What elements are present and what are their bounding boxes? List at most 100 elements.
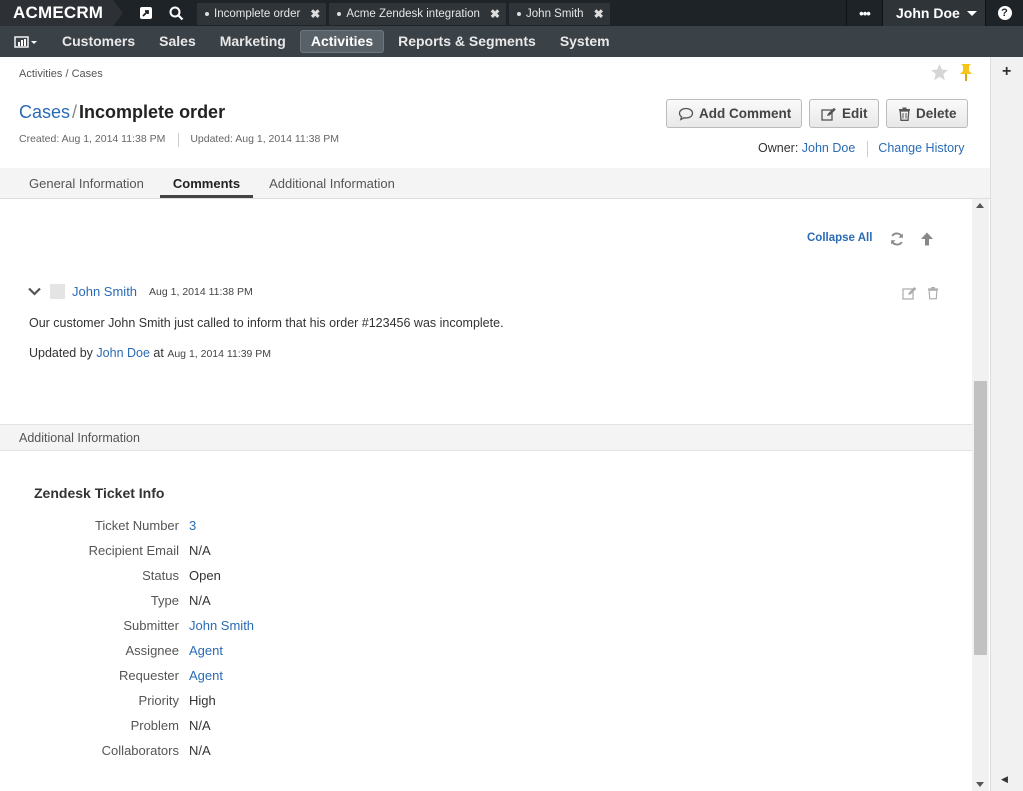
field-label: Type bbox=[150, 593, 179, 608]
section-header-additional-information: Additional Information bbox=[0, 424, 972, 451]
field-label: Assignee bbox=[125, 643, 179, 658]
field-value: N/A bbox=[189, 543, 211, 558]
zendesk-ticket-info-title: Zendesk Ticket Info bbox=[34, 485, 165, 501]
user-name: John Doe bbox=[896, 5, 960, 21]
updated-prefix: Updated by bbox=[29, 346, 93, 360]
field-label: Recipient Email bbox=[88, 543, 179, 558]
submitter-link[interactable]: John Smith bbox=[189, 618, 254, 633]
comment-author-link[interactable]: John Smith bbox=[72, 284, 137, 299]
avatar bbox=[50, 284, 65, 299]
field-requester: Requester Agent bbox=[0, 668, 500, 688]
comment-date: Aug 1, 2014 11:38 PM bbox=[149, 285, 253, 298]
ticket-number-link[interactable]: 3 bbox=[189, 518, 196, 533]
field-label: Priority bbox=[138, 693, 179, 708]
help-button[interactable]: ? bbox=[985, 0, 1023, 26]
field-value: N/A bbox=[189, 718, 211, 733]
field-assignee: Assignee Agent bbox=[0, 643, 500, 663]
shortcuts-icon[interactable] bbox=[131, 0, 161, 26]
field-label: Submitter bbox=[123, 618, 179, 633]
requester-link[interactable]: Agent bbox=[189, 668, 223, 683]
collapse-all-link[interactable]: Collapse All bbox=[807, 232, 872, 244]
add-comment-button[interactable]: Add Comment bbox=[666, 99, 803, 128]
assignee-link[interactable]: Agent bbox=[189, 643, 223, 658]
scroll-thumb[interactable] bbox=[974, 381, 987, 655]
field-label: Status bbox=[142, 568, 179, 583]
bullet-icon bbox=[205, 12, 209, 16]
page-title: Cases / Incomplete order bbox=[19, 102, 225, 123]
delete-button[interactable]: Delete bbox=[886, 99, 968, 128]
comment-icon bbox=[678, 107, 694, 121]
nav-reports-segments[interactable]: Reports & Segments bbox=[388, 30, 546, 53]
field-submitter: Submitter John Smith bbox=[0, 618, 500, 638]
record-tabs: General Information Comments Additional … bbox=[0, 168, 990, 199]
tab-comments[interactable]: Comments bbox=[159, 168, 254, 198]
dashboard-menu-button[interactable] bbox=[0, 26, 52, 57]
nav-system[interactable]: System bbox=[550, 30, 620, 53]
edit-button[interactable]: Edit bbox=[809, 99, 879, 128]
updated-at-word: at bbox=[153, 346, 164, 360]
field-label: Problem bbox=[130, 718, 179, 733]
field-ticket-number: Ticket Number 3 bbox=[0, 518, 500, 538]
close-icon[interactable]: ✖ bbox=[594, 7, 604, 21]
collapse-icon[interactable]: ◀ bbox=[1001, 774, 1008, 785]
help-icon: ? bbox=[997, 6, 1012, 20]
updated-date: Updated: Aug 1, 2014 11:38 PM bbox=[190, 133, 339, 145]
change-history-link[interactable]: Change History bbox=[878, 141, 964, 157]
top-bar: ACMECRM Incomplete order ✖ Acme Zendesk … bbox=[0, 0, 1023, 26]
record-meta: Created: Aug 1, 2014 11:38 PM Updated: A… bbox=[19, 133, 339, 147]
field-label: Ticket Number bbox=[94, 518, 179, 533]
brand-logo[interactable]: ACMECRM bbox=[0, 0, 123, 26]
tab-additional-information[interactable]: Additional Information bbox=[256, 168, 408, 198]
nav-customers[interactable]: Customers bbox=[52, 30, 145, 53]
nav-sales[interactable]: Sales bbox=[149, 30, 206, 53]
field-recipient-email: Recipient Email N/A bbox=[0, 543, 500, 563]
owner-link[interactable]: John Doe bbox=[802, 141, 856, 157]
edit-comment-icon[interactable] bbox=[902, 286, 917, 305]
field-value: N/A bbox=[189, 743, 211, 758]
recent-tab-label: Incomplete order bbox=[214, 8, 301, 20]
field-type: Type N/A bbox=[0, 593, 500, 613]
comment-header: John Smith Aug 1, 2014 11:38 PM bbox=[28, 284, 253, 299]
breadcrumb: Activities / Cases bbox=[19, 68, 103, 80]
trash-icon bbox=[899, 107, 910, 121]
title-parent-link[interactable]: Cases bbox=[19, 102, 70, 122]
record-name: Incomplete order bbox=[79, 102, 226, 122]
field-label: Requester bbox=[119, 668, 179, 683]
created-date: Created: Aug 1, 2014 11:38 PM bbox=[19, 133, 166, 145]
content-panel: Collapse All John Smith Aug 1, 2014 11:3… bbox=[0, 199, 990, 791]
chevron-down-icon[interactable] bbox=[28, 287, 41, 296]
tab-general-information[interactable]: General Information bbox=[16, 168, 157, 198]
recent-tab-incomplete-order[interactable]: Incomplete order ✖ bbox=[197, 3, 327, 25]
star-icon[interactable] bbox=[930, 63, 949, 87]
nav-marketing[interactable]: Marketing bbox=[210, 30, 296, 53]
caret-down-icon bbox=[966, 10, 977, 16]
recent-tab-john-smith[interactable]: John Smith ✖ bbox=[509, 3, 610, 25]
delete-comment-icon[interactable] bbox=[927, 286, 939, 305]
add-widget-button[interactable]: + bbox=[1002, 63, 1011, 81]
search-icon[interactable] bbox=[161, 0, 191, 26]
field-label: Collaborators bbox=[101, 743, 179, 758]
close-icon[interactable]: ✖ bbox=[490, 7, 500, 21]
refresh-icon[interactable] bbox=[889, 231, 905, 252]
owner-row: Owner: John Doe Change History bbox=[758, 141, 964, 157]
bullet-icon bbox=[337, 12, 342, 16]
edit-label: Edit bbox=[842, 106, 868, 121]
close-icon[interactable]: ✖ bbox=[310, 7, 320, 21]
scroll-up-arrow[interactable] bbox=[976, 203, 984, 208]
nav-activities[interactable]: Activities bbox=[299, 30, 385, 53]
updated-date: Aug 1, 2014 11:39 PM bbox=[167, 348, 272, 360]
scroll-down-arrow[interactable] bbox=[976, 782, 984, 787]
pin-icon[interactable] bbox=[958, 63, 974, 88]
user-menu[interactable]: John Doe bbox=[882, 0, 985, 26]
updated-by-link[interactable]: John Doe bbox=[96, 346, 150, 360]
arrow-up-icon[interactable] bbox=[919, 231, 935, 252]
field-value: Open bbox=[189, 568, 221, 583]
comment-updated-line: Updated by John Doe at Aug 1, 2014 11:39… bbox=[29, 346, 271, 360]
right-sidebar: + ◀ bbox=[990, 57, 1023, 791]
delete-label: Delete bbox=[916, 106, 957, 121]
content-scrollbar[interactable] bbox=[972, 199, 989, 791]
more-menu-button[interactable]: ••• bbox=[846, 0, 882, 26]
main-nav: Customers Sales Marketing Activities Rep… bbox=[0, 26, 1023, 57]
recent-tab-label: Acme Zendesk integration bbox=[346, 8, 480, 20]
recent-tab-zendesk-integration[interactable]: Acme Zendesk integration ✖ bbox=[329, 3, 507, 25]
